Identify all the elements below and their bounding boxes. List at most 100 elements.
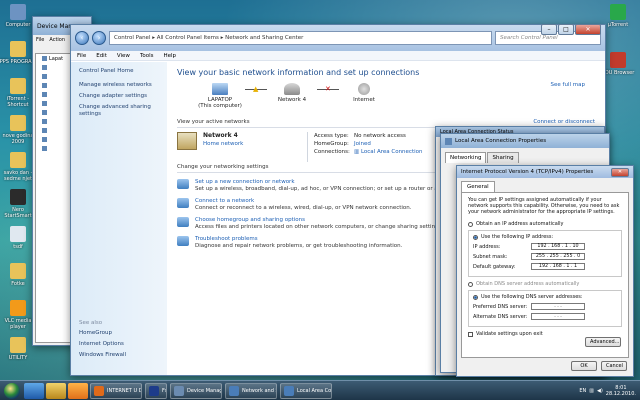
prop-key: Access type: — [314, 133, 349, 139]
map-node-computer: LAPATOP (This computer) — [195, 83, 245, 109]
setup-connection-link[interactable]: Set up a new connection or network — [195, 179, 470, 185]
taskbar-button-label: Local Area Conne... — [297, 387, 332, 394]
taskbar-button[interactable]: INTERNET U DUB... — [90, 382, 142, 399]
home-network-icon[interactable] — [177, 132, 197, 150]
clock[interactable]: 8:01 28.12.2010. — [606, 385, 636, 397]
prop-key: HomeGroup: — [314, 141, 349, 147]
dm-menu-file[interactable]: File — [36, 37, 44, 43]
tab-sharing[interactable]: Sharing — [487, 152, 519, 163]
back-button[interactable]: ‹ — [75, 31, 89, 45]
homegroup-options-link[interactable]: Choose homegroup and sharing options — [195, 217, 443, 223]
gateway-label: Default gateway: — [473, 263, 516, 270]
radio-button[interactable] — [468, 221, 473, 227]
obtain-ip-auto-radio[interactable]: Obtain an IP address automatically — [468, 221, 622, 227]
shortcut-icon — [10, 226, 26, 242]
close-button[interactable]: ✕ — [611, 167, 629, 177]
alternate-dns-row: Alternate DNS server: . . . — [473, 313, 617, 320]
internet-options-link[interactable]: Internet Options — [79, 341, 126, 348]
map-node-internet-label: Internet — [353, 97, 375, 103]
homegroup-joined-link[interactable]: Joined — [354, 140, 371, 148]
taskbar-button[interactable]: Network and Shar... — [225, 382, 277, 399]
ip-address-label: IP address: — [473, 243, 501, 250]
shortcut-icon — [10, 263, 26, 279]
ip-address-field[interactable]: 192 . 168 . 1 . 10 — [531, 243, 585, 250]
menu-file[interactable]: File — [77, 53, 86, 59]
ok-button[interactable]: OK — [571, 361, 597, 371]
radio-button-selected[interactable] — [473, 294, 478, 300]
map-node-network: Network 4 — [267, 83, 317, 103]
control-panel-home-link[interactable]: Control Panel Home — [79, 68, 159, 74]
homegroup-link[interactable]: HomeGroup — [79, 330, 126, 337]
language-indicator[interactable]: EN — [579, 388, 586, 394]
taskbar-button-label: Network and Shar... — [242, 387, 276, 394]
page-title: View your basic network information and … — [177, 68, 420, 77]
obtain-ip-auto-label: Obtain an IP address automatically — [476, 221, 564, 227]
close-button[interactable]: ✕ — [575, 24, 601, 35]
cancel-button[interactable]: Cancel — [601, 361, 627, 371]
use-static-dns-radio[interactable]: Use the following DNS server addresses: — [473, 294, 617, 300]
radio-button-selected[interactable] — [473, 234, 478, 240]
windows-firewall-link[interactable]: Windows Firewall — [79, 352, 126, 359]
forward-button[interactable]: › — [92, 31, 106, 45]
task-description: Diagnose and repair network problems, or… — [195, 243, 403, 249]
shortcut-icon — [10, 337, 26, 353]
checkbox[interactable] — [468, 331, 473, 337]
task-description: Set up a wireless, broadband, dial-up, a… — [195, 186, 471, 192]
see-also-title: See also — [79, 320, 103, 326]
menu-help[interactable]: Help — [164, 53, 177, 59]
manage-wireless-link[interactable]: Manage wireless networks — [79, 82, 159, 89]
dm-menu-action[interactable]: Action — [49, 37, 65, 43]
taskbar-button[interactable]: Local Area Conne... — [280, 382, 332, 399]
local-area-connection-link[interactable]: ▥ Local Area Connection — [354, 148, 422, 156]
connect-disconnect-link[interactable]: Connect or disconnect — [533, 119, 595, 125]
minimize-button[interactable]: – — [541, 24, 557, 35]
use-static-ip-radio[interactable]: Use the following IP address: — [473, 234, 617, 240]
ipv4-general-panel: You can get IP settings assigned automat… — [461, 192, 629, 358]
device-manager-title: Device Man — [37, 22, 73, 30]
device-icon — [42, 110, 47, 115]
nsc-titlebar[interactable]: ‹ › Control Panel ▸ All Control Panel It… — [71, 24, 605, 51]
network-adapter-icon — [445, 137, 452, 145]
connect-network-link[interactable]: Connect to a network — [195, 198, 412, 204]
menu-edit[interactable]: Edit — [96, 53, 107, 59]
task-description: Connect or reconnect to a wireless, wire… — [195, 205, 412, 211]
shortcut-icon — [10, 41, 26, 57]
subnet-mask-field[interactable]: 255 . 255 . 255 . 0 — [531, 253, 585, 260]
breadcrumb-nsc[interactable]: Network and Sharing Center — [225, 35, 303, 41]
warning-icon: ▲ — [253, 85, 259, 93]
breadcrumb-all-items[interactable]: All Control Panel Items — [157, 35, 219, 41]
device-icon — [42, 65, 47, 70]
tab-networking[interactable]: Networking — [445, 152, 487, 163]
troubleshoot-link[interactable]: Troubleshoot problems — [195, 236, 402, 242]
local-area-connection-label: Local Area Connection — [360, 149, 423, 155]
file-explorer-icon[interactable] — [46, 382, 66, 399]
see-full-map-link[interactable]: See full map — [551, 82, 585, 88]
device-icon — [42, 83, 47, 88]
address-bar[interactable]: Control Panel ▸ All Control Panel Items … — [109, 31, 492, 45]
menu-tools[interactable]: Tools — [140, 53, 154, 59]
alternate-dns-field[interactable]: . . . — [531, 313, 585, 320]
homegroup-icon — [177, 217, 189, 227]
preferred-dns-field[interactable]: . . . — [531, 303, 585, 310]
menu-view[interactable]: View — [117, 53, 130, 59]
start-button[interactable] — [4, 382, 20, 399]
maximize-button[interactable]: □ — [558, 24, 574, 35]
volume-icon[interactable]: ◀) — [597, 388, 603, 394]
taskbar-button-label: Device Manager — [187, 387, 222, 394]
internet-explorer-icon[interactable] — [24, 382, 44, 399]
tab-general[interactable]: General — [461, 181, 495, 192]
lac-properties-titlebar[interactable]: Local Area Connection Properties — [441, 134, 609, 148]
breadcrumb-control-panel[interactable]: Control Panel — [114, 35, 150, 41]
media-player-icon[interactable] — [68, 382, 88, 399]
obtain-dns-auto-radio[interactable]: Obtain DNS server address automatically — [468, 281, 622, 287]
change-advanced-sharing-link[interactable]: Change advanced sharing settings — [79, 104, 159, 118]
advanced-button[interactable]: Advanced... — [585, 337, 621, 347]
ipv4-titlebar[interactable]: Internet Protocol Version 4 (TCP/IPv4) P… — [457, 166, 633, 178]
taskbar-button[interactable]: Device Manager — [170, 382, 222, 399]
change-adapter-link[interactable]: Change adapter settings — [79, 93, 159, 100]
gateway-field[interactable]: 192 . 168 . 1 . 1 — [531, 263, 585, 270]
radio-button[interactable] — [468, 281, 473, 287]
network-type-link[interactable]: Home network — [203, 141, 243, 147]
taskbar-button[interactable]: Fs — [145, 382, 167, 399]
network-tray-icon[interactable]: ▥ — [589, 388, 594, 394]
